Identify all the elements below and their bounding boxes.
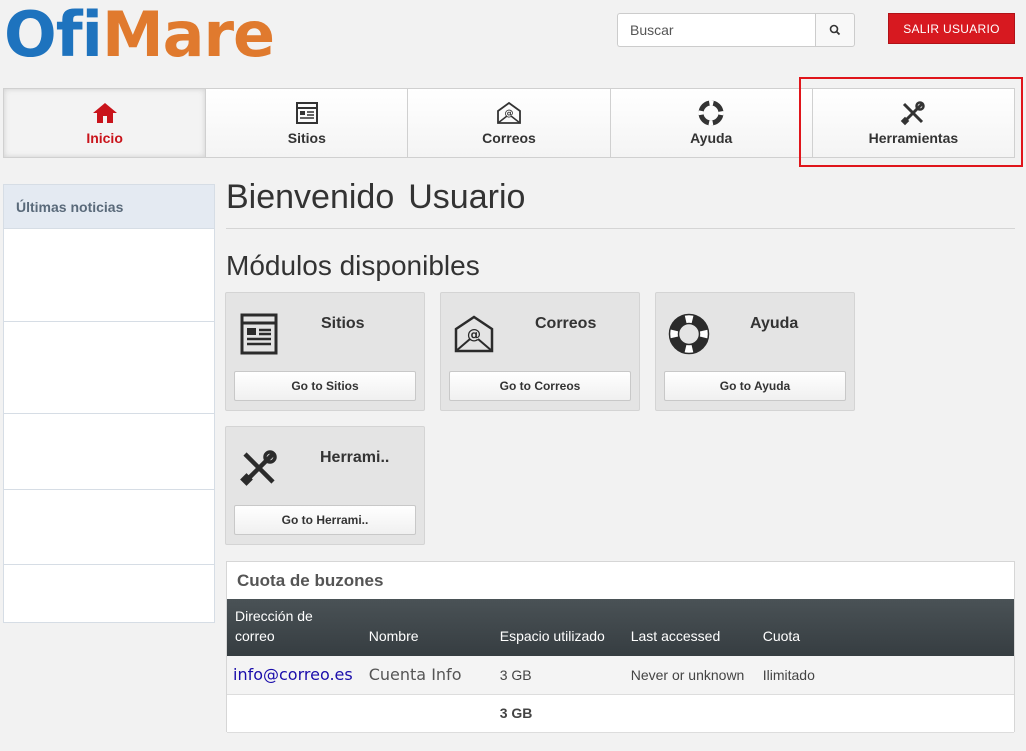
quota-title: Cuota de buzones bbox=[237, 570, 384, 590]
ofimare-logo[interactable]: OfiMare bbox=[4, 2, 275, 68]
module-title: Sitios bbox=[321, 315, 365, 332]
nav-item-ayuda[interactable]: Ayuda bbox=[610, 89, 813, 157]
tools-icon bbox=[240, 450, 277, 486]
nav-item-inicio[interactable]: Inicio bbox=[4, 89, 207, 157]
search-input[interactable] bbox=[617, 13, 815, 47]
news-item[interactable] bbox=[4, 414, 214, 490]
news-item[interactable] bbox=[4, 229, 214, 322]
column-header[interactable]: Espacio utilizado bbox=[491, 599, 623, 656]
news-item[interactable] bbox=[4, 322, 214, 414]
search-icon bbox=[829, 24, 841, 36]
email-link[interactable]: info@correo.es bbox=[227, 656, 361, 695]
column-header[interactable]: Nombre bbox=[360, 599, 492, 656]
module-card-ayuda: Ayuda Go to Ayuda bbox=[655, 292, 855, 411]
search-bar bbox=[617, 13, 855, 47]
site-icon bbox=[295, 102, 318, 124]
lifebuoy-icon bbox=[698, 100, 724, 126]
lifebuoy-icon bbox=[668, 313, 710, 355]
nav-item-correos[interactable]: @ Correos bbox=[408, 89, 611, 157]
mail-icon: @ bbox=[497, 101, 521, 124]
go-to-correos-button[interactable]: Go to Correos bbox=[449, 371, 631, 401]
module-card-herramientas: Herrami.. Go to Herrami.. bbox=[225, 426, 425, 545]
column-header[interactable]: Dirección de correo bbox=[227, 599, 361, 656]
nav-label: Ayuda bbox=[690, 130, 733, 146]
sidebar-title: Últimas noticias bbox=[4, 185, 214, 229]
divider bbox=[226, 228, 1015, 229]
svg-text:@: @ bbox=[467, 327, 481, 343]
nav-item-herramientas[interactable]: Herramientas bbox=[812, 89, 1015, 157]
module-title: Ayuda bbox=[750, 315, 799, 332]
nav-label: Correos bbox=[482, 130, 536, 146]
home-icon bbox=[92, 103, 117, 123]
site-icon bbox=[240, 313, 278, 355]
news-item[interactable] bbox=[4, 490, 214, 565]
go-to-ayuda-button[interactable]: Go to Ayuda bbox=[664, 371, 846, 401]
total-space: 3 GB bbox=[491, 694, 623, 733]
modules-title: Módulos disponibles bbox=[226, 250, 480, 281]
account-name: Cuenta Info bbox=[360, 656, 492, 695]
module-card-sitios: Sitios Go to Sitios bbox=[225, 292, 425, 411]
module-title: Correos bbox=[535, 315, 597, 332]
mail-icon: @ bbox=[454, 315, 494, 353]
svg-text:@: @ bbox=[505, 109, 514, 119]
user-name: Usuario bbox=[408, 178, 526, 216]
module-title: Herrami.. bbox=[320, 449, 390, 466]
news-sidebar: Últimas noticias bbox=[3, 184, 215, 623]
search-button[interactable] bbox=[815, 13, 855, 47]
nav-label: Sitios bbox=[287, 130, 326, 146]
main-nav: Inicio Sitios @ Correos Ayuda Herramient… bbox=[3, 88, 1015, 158]
last-accessed: Never or unknown bbox=[622, 656, 755, 695]
mailbox-quota-panel: Cuota de buzones Dirección de correo Nom… bbox=[226, 561, 1015, 733]
nav-label: Herramientas bbox=[868, 130, 959, 146]
quota-table: Dirección de correo Nombre Espacio utili… bbox=[227, 599, 1014, 733]
nav-label: Inicio bbox=[86, 130, 123, 146]
logout-button[interactable]: SALIR USUARIO bbox=[888, 13, 1015, 44]
total-row: 3 GB bbox=[227, 694, 1014, 733]
module-card-correos: @ Correos Go to Correos bbox=[440, 292, 640, 411]
table-row: info@correo.es Cuenta Info 3 GB Never or… bbox=[227, 656, 1014, 695]
tools-icon bbox=[901, 101, 926, 126]
page-title: Bienvenido Usuario bbox=[226, 178, 526, 216]
column-header[interactable]: Cuota bbox=[754, 599, 1014, 656]
space-used: 3 GB bbox=[491, 656, 623, 695]
nav-item-sitios[interactable]: Sitios bbox=[206, 89, 409, 157]
column-header[interactable]: Last accessed bbox=[622, 599, 755, 656]
go-to-sitios-button[interactable]: Go to Sitios bbox=[234, 371, 416, 401]
go-to-herramientas-button[interactable]: Go to Herrami.. bbox=[234, 505, 416, 535]
quota-value: Ilimitado bbox=[754, 656, 1014, 695]
